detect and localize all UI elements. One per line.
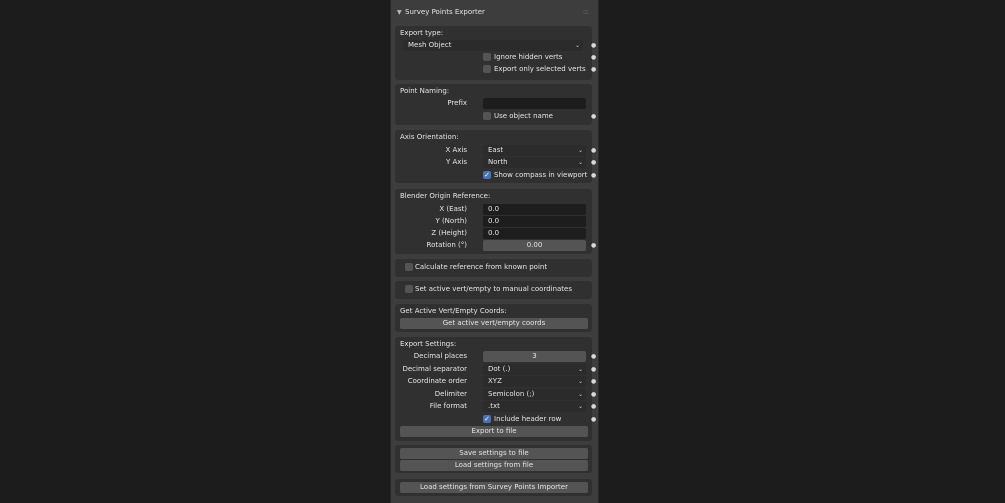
- chevron-down-icon: ⌄: [577, 366, 583, 373]
- panel-title: Survey Points Exporter: [405, 8, 485, 16]
- origin-reference-section: Blender Origin Reference: X (East) 0.0 Y…: [395, 189, 596, 254]
- y-north-input[interactable]: 0.0: [483, 216, 586, 227]
- rotation-slider[interactable]: 0.00: [483, 240, 586, 251]
- get-coords-heading: Get Active Vert/Empty Coords:: [400, 307, 507, 315]
- set-active-label: Set active vert/empty to manual coordina…: [415, 285, 573, 293]
- animate-dot-icon[interactable]: ●: [591, 376, 596, 387]
- delimiter-label: Delimiter: [434, 390, 467, 398]
- animate-dot-icon[interactable]: ●: [591, 170, 596, 181]
- export-type-value: Mesh Object: [408, 41, 452, 49]
- export-type-heading: Export type:: [400, 29, 444, 37]
- y-axis-value: North: [488, 158, 508, 166]
- ignore-hidden-label: Ignore hidden verts: [494, 53, 563, 61]
- y-axis-label: Y Axis: [445, 158, 467, 166]
- calc-reference-checkbox[interactable]: [405, 263, 413, 271]
- point-naming-section: Point Naming: Prefix Use object name ●: [395, 84, 596, 125]
- y-axis-dropdown[interactable]: North ⌄: [483, 157, 586, 168]
- axis-orientation-heading: Axis Orientation:: [400, 133, 459, 141]
- animate-dot-icon[interactable]: ●: [591, 157, 596, 168]
- axis-orientation-section: Axis Orientation: X Axis East ⌄ ● Y Axis…: [395, 130, 596, 183]
- get-coords-section: Get Active Vert/Empty Coords: Get active…: [395, 304, 592, 332]
- chevron-down-icon: ⌄: [577, 378, 583, 385]
- importer-section: Load settings from Survey Points Importe…: [395, 479, 592, 496]
- set-active-section: Set active vert/empty to manual coordina…: [395, 281, 592, 299]
- load-settings-button[interactable]: Load settings from file: [400, 460, 588, 471]
- drag-grip-icon[interactable]: ::::: [583, 8, 590, 16]
- ignore-hidden-checkbox[interactable]: [483, 53, 491, 61]
- export-settings-section: Export Settings: Decimal places 3 ● Deci…: [395, 337, 596, 441]
- x-axis-value: East: [488, 146, 504, 154]
- settings-file-section: Save settings to file Load settings from…: [395, 445, 592, 473]
- export-type-section: Export type: Mesh Object ⌄ ● Ignore hidd…: [395, 26, 596, 80]
- show-compass-label: Show compass in viewport: [494, 171, 588, 179]
- z-height-label: Z (Height): [431, 229, 467, 237]
- animate-dot-icon[interactable]: ●: [591, 351, 596, 362]
- chevron-down-icon: ⌄: [577, 159, 583, 166]
- calc-reference-label: Calculate reference from known point: [415, 263, 548, 271]
- export-to-file-button[interactable]: Export to file: [400, 426, 588, 437]
- set-active-checkbox[interactable]: [405, 285, 413, 293]
- x-east-input[interactable]: 0.0: [483, 204, 586, 215]
- coordinate-order-dropdown[interactable]: XYZ ⌄: [483, 376, 586, 387]
- selected-only-label: Export only selected verts: [494, 65, 586, 73]
- chevron-down-icon[interactable]: ▼: [397, 9, 405, 16]
- animate-dot-icon[interactable]: ●: [591, 414, 596, 425]
- export-settings-heading: Export Settings:: [400, 340, 457, 348]
- coordinate-order-label: Coordinate order: [407, 377, 467, 385]
- include-header-checkbox[interactable]: ✓: [483, 415, 491, 423]
- rotation-label: Rotation (°): [426, 241, 467, 249]
- animate-dot-icon[interactable]: ●: [591, 401, 596, 412]
- export-type-dropdown[interactable]: Mesh Object ⌄: [403, 40, 583, 51]
- animate-dot-icon[interactable]: ●: [591, 240, 596, 251]
- decimal-places-label: Decimal places: [413, 352, 467, 360]
- point-naming-heading: Point Naming:: [400, 87, 450, 95]
- chevron-down-icon: ⌄: [577, 147, 583, 154]
- coordinate-order-value: XYZ: [488, 377, 502, 385]
- x-east-label: X (East): [439, 205, 467, 213]
- animate-dot-icon[interactable]: ●: [591, 52, 596, 63]
- file-format-value: .txt: [488, 402, 500, 410]
- animate-dot-icon[interactable]: ●: [591, 389, 596, 400]
- x-axis-dropdown[interactable]: East ⌄: [483, 145, 586, 156]
- show-compass-checkbox[interactable]: ✓: [483, 171, 491, 179]
- origin-reference-heading: Blender Origin Reference:: [400, 192, 491, 200]
- calc-reference-section: Calculate reference from known point: [395, 259, 592, 277]
- load-from-importer-button[interactable]: Load settings from Survey Points Importe…: [400, 482, 588, 493]
- use-object-name-checkbox[interactable]: [483, 112, 491, 120]
- animate-dot-icon[interactable]: ●: [591, 364, 596, 375]
- animate-dot-icon[interactable]: ●: [591, 64, 596, 75]
- prefix-label: Prefix: [447, 99, 467, 107]
- y-north-label: Y (North): [435, 217, 467, 225]
- chevron-down-icon: ⌄: [574, 42, 580, 49]
- decimal-separator-value: Dot (.): [488, 365, 511, 373]
- prefix-input[interactable]: [483, 98, 586, 109]
- file-format-dropdown[interactable]: .txt ⌄: [483, 401, 586, 412]
- decimal-separator-label: Decimal separator: [402, 365, 467, 373]
- panel-header[interactable]: ▼ Survey Points Exporter ::::: [395, 4, 592, 20]
- z-height-input[interactable]: 0.0: [483, 228, 586, 239]
- chevron-down-icon: ⌄: [577, 403, 583, 410]
- file-format-label: File format: [429, 402, 467, 410]
- save-settings-button[interactable]: Save settings to file: [400, 448, 588, 459]
- get-coords-button[interactable]: Get active vert/empty coords: [400, 318, 588, 329]
- delimiter-value: Semicolon (;): [488, 390, 535, 398]
- x-axis-label: X Axis: [445, 146, 467, 154]
- use-object-name-label: Use object name: [494, 112, 553, 120]
- decimal-places-slider[interactable]: 3: [483, 351, 586, 362]
- delimiter-dropdown[interactable]: Semicolon (;) ⌄: [483, 389, 586, 400]
- include-header-label: Include header row: [494, 415, 562, 423]
- decimal-separator-dropdown[interactable]: Dot (.) ⌄: [483, 364, 586, 375]
- animate-dot-icon[interactable]: ●: [591, 145, 596, 156]
- animate-dot-icon[interactable]: ●: [591, 40, 596, 51]
- selected-only-checkbox[interactable]: [483, 65, 491, 73]
- animate-dot-icon[interactable]: ●: [591, 111, 596, 122]
- chevron-down-icon: ⌄: [577, 391, 583, 398]
